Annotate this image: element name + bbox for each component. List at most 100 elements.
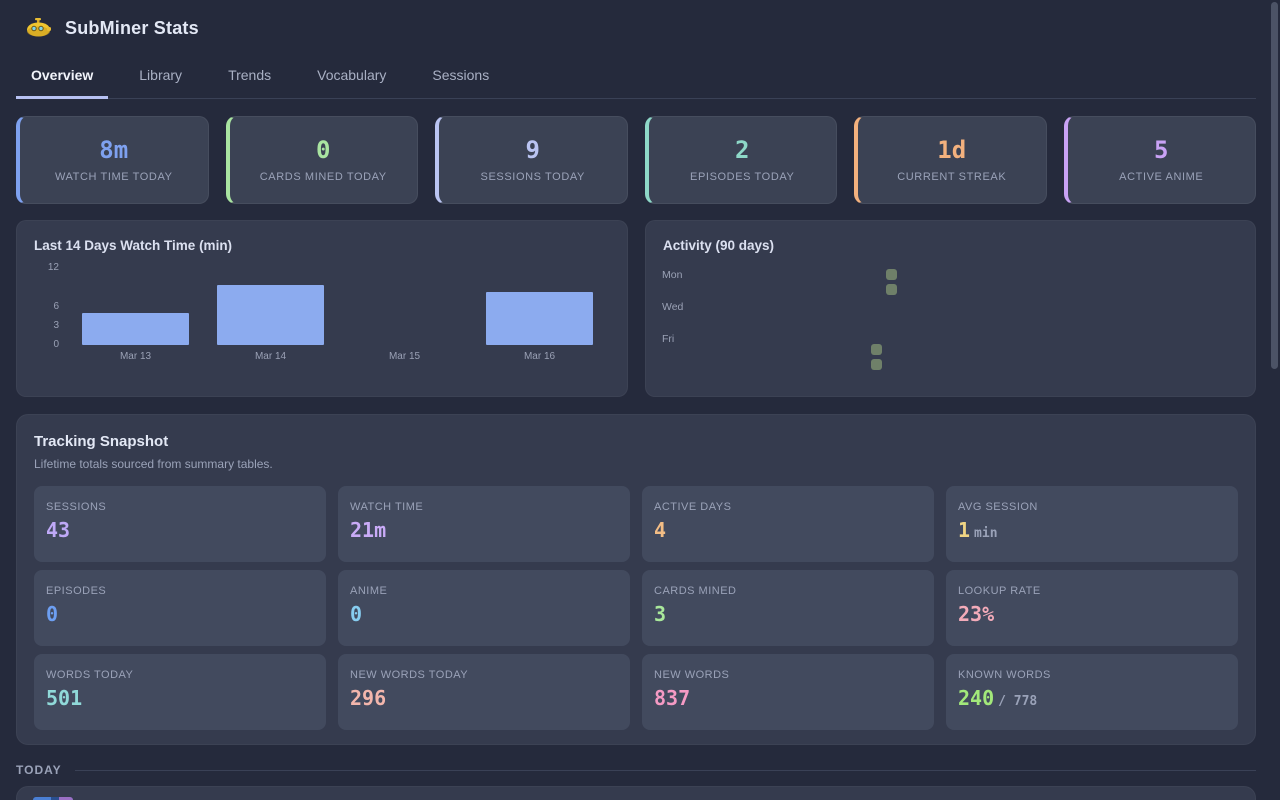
tile-value-number: 0 [46, 602, 58, 626]
tracking-tile-grid: SESSIONS 43 WATCH TIME 21m ACTIVE DAYS 4 AVG S… [34, 486, 1238, 730]
stat-tile: LOOKUP RATE23% [946, 570, 1238, 646]
today-session-card[interactable] [16, 786, 1256, 800]
y-axis-tick: 12 [29, 262, 59, 273]
today-divider [75, 770, 1256, 771]
tile-value-number: 0 [350, 602, 362, 626]
stat-label: EPISODES TODAY [690, 171, 794, 183]
tile-value: 21m [350, 520, 618, 540]
x-axis-label: Mar 13 [82, 351, 189, 362]
tile-value: 3 [654, 604, 922, 624]
tile-value-number: 23% [958, 602, 994, 626]
tab-library[interactable]: Library [124, 58, 197, 98]
charts-row: Last 14 Days Watch Time (min) 0 3 6 12 Mar 1… [16, 220, 1256, 397]
heatmap-cell [871, 344, 882, 355]
stat-label: CARDS MINED TODAY [260, 171, 387, 183]
tile-value: 1 min [958, 520, 1226, 540]
stat-value: 2 [735, 138, 749, 162]
bar [217, 285, 324, 345]
tile-label: ACTIVE DAYS [654, 501, 922, 513]
tile-value-number: 3 [654, 602, 666, 626]
tile-label: NEW WORDS TODAY [350, 669, 618, 681]
tile-value-number: 240 [958, 686, 994, 710]
heatmap-cell [886, 284, 897, 295]
stat-tile: EPISODES0 [34, 570, 326, 646]
tab-overview[interactable]: Overview [16, 58, 108, 99]
stat-card: 0 CARDS MINED TODAY [226, 116, 419, 204]
stat-label: CURRENT STREAK [897, 171, 1006, 183]
tracking-subtitle: Lifetime totals sourced from summary tab… [34, 457, 1238, 471]
stat-card: 1d CURRENT STREAK [854, 116, 1047, 204]
heatmap-title: Activity (90 days) [663, 238, 774, 253]
stat-card-row: 8mWATCH TIME TODAY 0 CARDS MINED TODAY 9 SES… [16, 116, 1256, 204]
tile-label: AVG SESSION [958, 501, 1226, 513]
tile-value: 837 [654, 688, 922, 708]
x-axis-label: Mar 15 [351, 351, 458, 362]
stat-value: 9 [526, 138, 540, 162]
x-axis-label: Mar 16 [486, 351, 593, 362]
tile-value-number: 1 [958, 518, 970, 542]
tile-value-number: 501 [46, 686, 82, 710]
stat-value: 0 [316, 138, 330, 162]
tile-value: 23% [958, 604, 1226, 624]
stat-card: 2 EPISODES TODAY [645, 116, 838, 204]
tab-sessions[interactable]: Sessions [417, 58, 504, 98]
app-header: SubMiner Stats [16, 12, 1256, 44]
stat-tile: NEW WORDS TODAY 296 [338, 654, 630, 730]
tile-value-number: 296 [350, 686, 386, 710]
heatmap-cell [871, 359, 882, 370]
tab-vocabulary[interactable]: Vocabulary [302, 58, 401, 98]
stat-card: 9 SESSIONS TODAY [435, 116, 628, 204]
tracking-snapshot-panel: Tracking Snapshot Lifetime totals source… [16, 414, 1256, 745]
tile-label: WORDS TODAY [46, 669, 314, 681]
heatmap-row-label: Fri [662, 333, 674, 345]
tile-value-number: 837 [654, 686, 690, 710]
tile-value: 43 [46, 520, 314, 540]
tab-bar: Overview Library Trends Vocabulary Sessions [16, 58, 1256, 99]
watch-time-chart-panel: Last 14 Days Watch Time (min) 0 3 6 12 Mar 1… [16, 220, 628, 397]
tile-label: WATCH TIME [350, 501, 618, 513]
tile-label: SESSIONS [46, 501, 314, 513]
stat-tile: ACTIVE DAYS 4 [642, 486, 934, 562]
page-title: SubMiner Stats [65, 18, 199, 39]
today-section-header: TODAY [16, 763, 1256, 777]
stat-tile: AVG SESSION 1 min [946, 486, 1238, 562]
tile-value-suffix: / 778 [998, 694, 1037, 709]
activity-heatmap-panel: Activity (90 days) MonWedFri [645, 220, 1256, 397]
y-axis-tick: 0 [29, 339, 59, 350]
stat-tile: WORDS TODAY 501 [34, 654, 326, 730]
stat-tile: SESSIONS 43 [34, 486, 326, 562]
stat-label: ACTIVE ANIME [1119, 171, 1203, 183]
chart-title: Last 14 Days Watch Time (min) [34, 238, 232, 253]
stat-value: 5 [1154, 138, 1168, 162]
y-axis-tick: 6 [29, 301, 59, 312]
tile-value-number: 21m [350, 518, 386, 542]
tile-value: 4 [654, 520, 922, 540]
stat-tile: CARDS MINED3 [642, 570, 934, 646]
tile-value-suffix: min [974, 526, 997, 541]
stat-tile: KNOWN WORDS 240 / 778 [946, 654, 1238, 730]
tracking-title: Tracking Snapshot [34, 433, 1238, 450]
stat-label: WATCH TIME TODAY [55, 171, 173, 183]
tile-value-number: 43 [46, 518, 70, 542]
stat-tile: ANIME0 [338, 570, 630, 646]
tab-trends[interactable]: Trends [213, 58, 286, 98]
submarine-logo-icon [26, 17, 52, 39]
tile-label: KNOWN WORDS [958, 669, 1226, 681]
tile-value-number: 4 [654, 518, 666, 542]
scrollbar[interactable] [1271, 2, 1278, 369]
y-axis-tick: 3 [29, 320, 59, 331]
stat-card: 8mWATCH TIME TODAY [16, 116, 209, 204]
stat-value: 1d [937, 138, 966, 162]
stat-card: 5 ACTIVE ANIME [1064, 116, 1257, 204]
tile-value: 240 / 778 [958, 688, 1226, 708]
heatmap-row-label: Wed [662, 301, 683, 313]
page: SubMiner Stats Overview Library Trends Voca… [0, 0, 1280, 800]
stat-tile: WATCH TIME 21m [338, 486, 630, 562]
tile-value: 0 [46, 604, 314, 624]
today-section-label: TODAY [16, 763, 62, 777]
tile-label: NEW WORDS [654, 669, 922, 681]
stat-tile: NEW WORDS 837 [642, 654, 934, 730]
bar [486, 292, 593, 345]
stat-label: SESSIONS TODAY [481, 171, 585, 183]
tile-value: 296 [350, 688, 618, 708]
